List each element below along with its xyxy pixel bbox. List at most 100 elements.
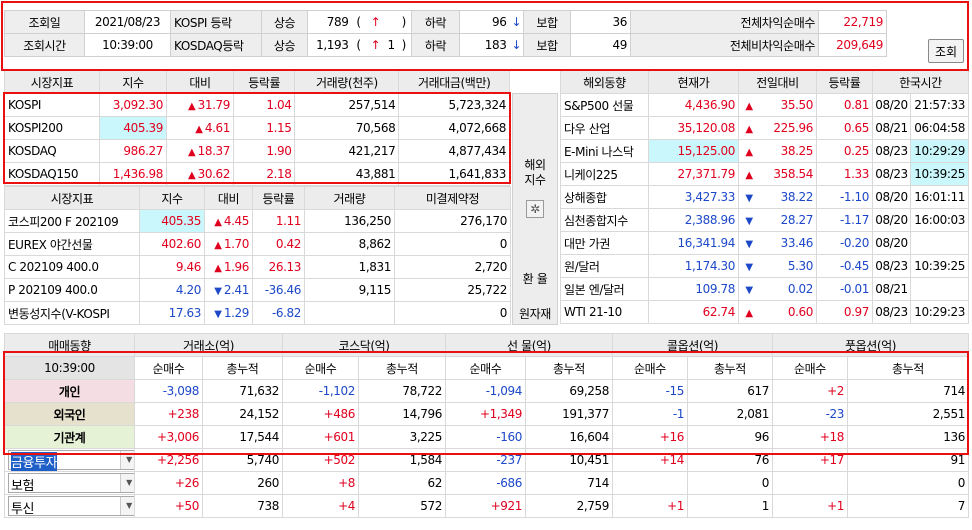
volume-value: 421,217 xyxy=(294,139,400,163)
volume-value: 8,862 xyxy=(304,232,395,256)
fx-label[interactable]: 환 율 xyxy=(512,270,558,287)
futures-name[interactable]: EUREX 야간선물 xyxy=(4,232,140,256)
rate-value: 1.33 xyxy=(816,162,873,186)
chevron-down-icon[interactable]: ▼ xyxy=(120,451,134,469)
futures-value: 405.35 xyxy=(139,209,205,233)
index-name[interactable]: KOSPI200 xyxy=(4,116,100,140)
down-triangle-icon: ▼ xyxy=(745,216,753,227)
table-row[interactable]: 상해종합 3,427.33 ▼ 38.22 -1.10 08/20 16:01:11 xyxy=(560,185,969,209)
column-header: 전일대비 xyxy=(738,70,817,94)
down-limit-arrow-icon: ↓ xyxy=(509,10,524,34)
overseas-name[interactable]: 원/달러 xyxy=(560,254,649,278)
table-row[interactable]: P 202109 400.0 4.20 ▼ 2.41 -36.46 9,115 25,722 xyxy=(4,278,511,302)
table-row[interactable]: 보험 ▼ +26 260 +8 62 -686 714 0 0 xyxy=(4,471,969,495)
investor-select-cell[interactable]: 투신 ▼ xyxy=(4,494,135,518)
table-row[interactable]: 다우 산업 35,120.08 ▲ 225.96 0.65 08/21 06:04:58 xyxy=(560,116,969,140)
overseas-name[interactable]: WTI 21-10 xyxy=(560,300,649,324)
index-name[interactable]: KOSDAQ xyxy=(4,139,100,163)
overseas-name[interactable]: 대만 가권 xyxy=(560,231,649,255)
table-row[interactable]: 기관계 +3,006 17,544 +601 3,225 -160 16,604 +16 96 +… xyxy=(4,425,969,449)
overseas-name[interactable]: E-Mini 나스닥 xyxy=(560,139,649,163)
date-value[interactable]: 2021/08/23 xyxy=(84,10,171,34)
investor-value: 2,551 xyxy=(847,402,969,426)
raw-material-label[interactable]: 원자재 xyxy=(512,305,558,322)
overseas-name[interactable]: 니케이225 xyxy=(560,162,649,186)
table-row[interactable]: 코스피200 F 202109 405.35 ▲ 4.45 1.11 136,250 276… xyxy=(4,209,511,233)
volume-value: 257,514 xyxy=(294,93,400,117)
investor-value: 2,759 xyxy=(525,494,613,518)
settings-gear-icon[interactable]: ✲ xyxy=(526,200,544,218)
time-value: 06:04:58 xyxy=(910,116,969,140)
table-row[interactable]: 변동성지수(V-KOSPI 17.63 ▼ 1.29 -6.82 0 xyxy=(4,301,511,325)
column-header: 거래량(천주) xyxy=(294,70,400,94)
column-header: 한국시간 xyxy=(872,70,969,94)
investor-dropdown[interactable]: 투신 ▼ xyxy=(8,496,134,517)
table-row[interactable]: KOSDAQ150 1,436.98 ▲ 30.62 2.18 43,881 1,641,8… xyxy=(4,162,510,186)
investor-name[interactable]: 개인 xyxy=(4,379,135,403)
price-value: 4,436.90 xyxy=(648,93,739,117)
price-value: 62.74 xyxy=(648,300,739,324)
table-row[interactable]: KOSPI 3,092.30 ▲ 31.79 1.04 257,514 5,723,324 xyxy=(4,93,510,117)
rate-value: 1.15 xyxy=(233,116,296,140)
sub-header-cum: 총누적 xyxy=(202,356,283,380)
table-row[interactable]: C 202109 400.0 9.46 ▲ 1.96 26.13 1,831 2,720 xyxy=(4,255,511,279)
table-row[interactable]: 원/달러 1,174.30 ▼ 5.30 -0.45 08/23 10:39:25 xyxy=(560,254,969,278)
table-row[interactable]: KOSDAQ 986.27 ▲ 18.37 1.90 421,217 4,877,434 xyxy=(4,139,510,163)
table-row[interactable]: 금융투자 ▼ +2,256 5,740 +502 1,584 -237 10,451 +14… xyxy=(4,448,969,472)
overseas-name[interactable]: 다우 산업 xyxy=(560,116,649,140)
table-row[interactable]: WTI 21-10 62.74 ▲ 0.60 0.97 08/23 10:29:23 xyxy=(560,300,969,324)
date-value: 08/20 xyxy=(872,208,911,232)
overseas-name[interactable]: 심천종합지수 xyxy=(560,208,649,232)
investor-value: -3,098 xyxy=(134,379,203,403)
table-row[interactable]: 심천종합지수 2,388.96 ▼ 28.27 -1.17 08/20 16:00:03 xyxy=(560,208,969,232)
chevron-down-icon[interactable]: ▼ xyxy=(120,474,134,492)
table-row[interactable]: 대만 가권 16,341.94 ▼ 33.46 -0.20 08/20 xyxy=(560,231,969,255)
volume-value: 9,115 xyxy=(304,278,395,302)
index-name[interactable]: KOSPI xyxy=(4,93,100,117)
table-row[interactable]: 일본 엔/달러 109.78 ▼ 0.02 -0.01 08/21 xyxy=(560,277,969,301)
investor-select-cell[interactable]: 금융투자 ▼ xyxy=(4,448,135,472)
kospi-label: KOSPI 등락 xyxy=(170,10,262,34)
futures-name[interactable]: 변동성지수(V-KOSPI xyxy=(4,301,140,325)
table-row[interactable]: 개인 -3,098 71,632 -1,102 78,722 -1,094 69,258 -1… xyxy=(4,379,969,403)
investor-name[interactable]: 기관계 xyxy=(4,425,135,449)
overseas-name[interactable]: 일본 엔/달러 xyxy=(560,277,649,301)
change-cell: ▲ 30.62 xyxy=(165,162,235,186)
investor-dropdown[interactable]: 보험 ▼ xyxy=(8,473,134,494)
section-header: 매매동향 xyxy=(4,333,135,357)
up-triangle-icon: ▲ xyxy=(188,170,196,181)
chevron-down-icon[interactable]: ▼ xyxy=(120,497,134,515)
investor-dropdown[interactable]: 금융투자 ▼ xyxy=(8,450,134,471)
overseas-table: 해외동향 현재가 전일대비 등락률 한국시간 S&P500 선물 4,436.90 ▲ 35.5… xyxy=(560,70,969,324)
time-value[interactable]: 10:39:00 xyxy=(84,33,171,57)
investor-value: +8 xyxy=(282,471,359,495)
table-row[interactable]: EUREX 야간선물 402.60 ▲ 1.70 0.42 8,862 0 xyxy=(4,232,511,256)
overseas-index-label[interactable]: 해외 지수 xyxy=(512,158,558,188)
investor-value xyxy=(772,471,848,495)
table-row[interactable]: S&P500 선물 4,436.90 ▲ 35.50 0.81 08/20 21:57:33 xyxy=(560,93,969,117)
investor-name[interactable]: 외국인 xyxy=(4,402,135,426)
table-row[interactable]: KOSPI200 405.39 ▲ 4.61 1.15 70,568 4,072,668 xyxy=(4,116,510,140)
table-row[interactable]: E-Mini 나스닥 15,125.00 ▲ 38.25 0.25 08/23 10:29:… xyxy=(560,139,969,163)
sub-header-net: 순매수 xyxy=(282,356,359,380)
futures-name[interactable]: 코스피200 F 202109 xyxy=(4,209,140,233)
investor-value: 91 xyxy=(847,448,969,472)
investor-select-cell[interactable]: 보험 ▼ xyxy=(4,471,135,495)
table-row[interactable]: 외국인 +238 24,152 +486 14,796 +1,349 191,377 -1 2,… xyxy=(4,402,969,426)
table-row[interactable]: 니케이225 27,371.79 ▲ 358.54 1.33 08/23 10:39:25 xyxy=(560,162,969,186)
investor-value: 16,604 xyxy=(525,425,613,449)
change-cell: ▲ 0.60 xyxy=(738,300,817,324)
futures-name[interactable]: P 202109 400.0 xyxy=(4,278,140,302)
rate-value: 0.42 xyxy=(252,232,305,256)
change-value: 1.29 xyxy=(223,306,250,320)
index-name[interactable]: KOSDAQ150 xyxy=(4,162,100,186)
overseas-name[interactable]: S&P500 선물 xyxy=(560,93,649,117)
futures-name[interactable]: C 202109 400.0 xyxy=(4,255,140,279)
overseas-name[interactable]: 상해종합 xyxy=(560,185,649,209)
table-row[interactable]: 투신 ▼ +50 738 +4 572 +921 2,759 +1 1 +1 7 xyxy=(4,494,969,518)
sub-header-cum: 총누적 xyxy=(525,356,613,380)
volume-value: 1,831 xyxy=(304,255,395,279)
change-value: 28.27 xyxy=(780,213,814,227)
search-button[interactable]: 조회 xyxy=(928,39,964,63)
kospi-up-label: 상승 xyxy=(261,10,308,34)
